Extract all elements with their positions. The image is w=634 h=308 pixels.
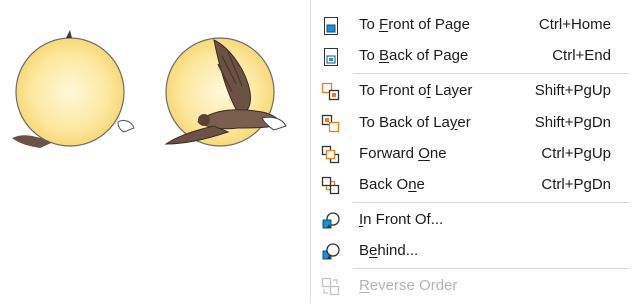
menu-item-shortcut: Ctrl+PgDn	[541, 176, 611, 193]
to-front-of-page-icon	[321, 16, 341, 36]
to-back-of-layer-icon	[321, 114, 341, 134]
behind-icon	[321, 242, 341, 262]
to-front-of-layer-icon	[321, 82, 341, 102]
menu-item-shortcut: Shift+PgUp	[534, 82, 611, 99]
menu-item-shortcut: Shift+PgDn	[534, 114, 611, 131]
menu-item-shortcut: Ctrl+End	[552, 47, 611, 64]
menu-separator	[353, 268, 629, 269]
menu-item-to-front-of-layer[interactable]: To Front of Layer Shift+PgUp	[311, 76, 634, 106]
menu-item-label: To Back of Layer	[359, 114, 471, 131]
menu-item-shortcut: Ctrl+Home	[538, 16, 611, 33]
forward-one-icon	[321, 145, 341, 165]
drawing-canvas[interactable]	[0, 0, 310, 303]
moon-left-icon	[15, 37, 125, 147]
menu-item-behind[interactable]: Behind...	[311, 236, 634, 266]
menu-item-reverse-order[interactable]: Reverse Order	[311, 271, 634, 301]
back-one-icon	[321, 176, 341, 196]
menu-separator	[353, 202, 629, 203]
menu-item-in-front-of[interactable]: In Front Of...	[311, 205, 634, 235]
menu-item-back-one[interactable]: Back One Ctrl+PgDn	[311, 170, 634, 200]
menu-item-label: Forward One	[359, 145, 447, 162]
menu-item-label: Back One	[359, 176, 425, 193]
menu-item-shortcut: Ctrl+PgUp	[541, 145, 611, 162]
moon-left-group	[12, 30, 135, 148]
menu-item-to-back-of-layer[interactable]: To Back of Layer Shift+PgDn	[311, 108, 634, 138]
bird-left-tip-icon	[66, 30, 72, 38]
reverse-order-icon	[321, 277, 341, 297]
menu-item-forward-one[interactable]: Forward One Ctrl+PgUp	[311, 139, 634, 169]
to-back-of-page-icon	[321, 47, 341, 67]
menu-item-to-front-of-page[interactable]: To Front of Page Ctrl+Home	[311, 10, 634, 40]
menu-item-label: To Back of Page	[359, 47, 469, 64]
menu-item-label: Behind...	[359, 242, 419, 259]
menu-separator	[353, 73, 629, 74]
menu-item-label: Reverse Order	[359, 277, 458, 294]
menu-item-label: To Front of Layer	[359, 82, 473, 99]
moon-right-group	[164, 37, 287, 147]
menu-item-label: To Front of Page	[359, 16, 470, 33]
menu-item-to-back-of-page[interactable]: To Back of Page Ctrl+End	[311, 41, 634, 71]
illustration	[12, 30, 287, 148]
arrange-order-menu: To Front of Page Ctrl+Home To Back of Pa…	[310, 0, 634, 303]
menu-item-label: In Front Of...	[359, 211, 444, 228]
in-front-of-icon	[321, 211, 341, 231]
